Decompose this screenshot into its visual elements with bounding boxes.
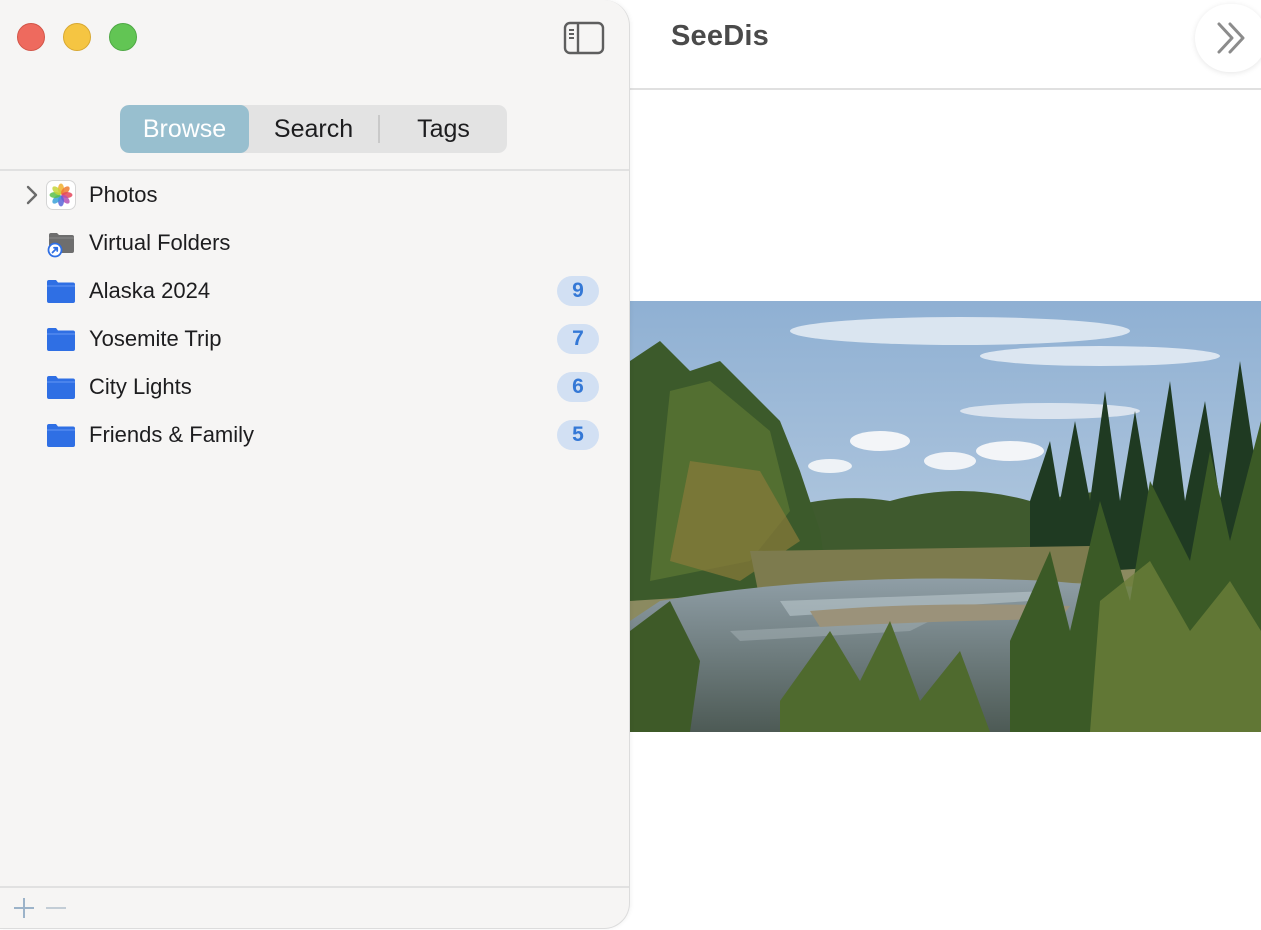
main-content: SeeDis: [630, 0, 1261, 930]
sidebar-item-friends-family[interactable]: Friends & Family 5: [0, 411, 629, 459]
window-zoom-button[interactable]: [109, 23, 137, 51]
alias-folder-icon: [46, 228, 76, 258]
landscape-photo: [630, 301, 1261, 732]
segment-search[interactable]: Search: [249, 105, 378, 153]
chevron-right-icon[interactable]: [24, 184, 40, 206]
segment-tags[interactable]: Tags: [380, 105, 507, 153]
remove-folder-button[interactable]: [45, 896, 67, 920]
item-count-badge: 9: [557, 276, 599, 306]
item-count-badge: 5: [557, 420, 599, 450]
sidebar-item-label: Photos: [89, 182, 158, 207]
segment-browse[interactable]: Browse: [120, 105, 249, 153]
view-mode-segmented-control: Browse Search Tags: [120, 105, 507, 153]
minus-icon: [46, 907, 66, 909]
item-count-badge: 7: [557, 324, 599, 354]
sidebar-item-label: Friends & Family: [89, 422, 255, 447]
app-title: SeeDis: [671, 20, 769, 52]
double-chevron-right-icon: [1217, 22, 1245, 54]
sidebar-item-label: Alaska 2024: [89, 278, 211, 303]
folder-icon: [46, 420, 76, 450]
window-close-button[interactable]: [17, 23, 45, 51]
sidebar-icon: [563, 21, 605, 55]
footer-divider: [0, 886, 629, 888]
sidebar-item-photos[interactable]: Photos: [0, 171, 629, 219]
plus-icon: [14, 898, 34, 918]
photo-preview[interactable]: [630, 301, 1261, 732]
folder-icon: [46, 324, 76, 354]
folder-icon: [46, 276, 76, 306]
sidebar-item-virtual-folders[interactable]: Virtual Folders: [0, 219, 629, 267]
sidebar-item-label: City Lights: [89, 374, 192, 399]
forward-button[interactable]: [1195, 4, 1261, 72]
sidebar-item-label: Virtual Folders: [89, 230, 231, 255]
main-toolbar: SeeDis: [630, 0, 1261, 90]
item-count-badge: 6: [557, 372, 599, 402]
sidebar-item-label: Yosemite Trip: [89, 326, 222, 351]
folder-icon: [46, 372, 76, 402]
photos-app-icon: [46, 180, 76, 210]
window-minimize-button[interactable]: [63, 23, 91, 51]
add-folder-button[interactable]: [12, 896, 36, 920]
sidebar: Browse Search Tags Photos Virtual Folder…: [0, 0, 630, 929]
sidebar-item-yosemite-trip[interactable]: Yosemite Trip 7: [0, 315, 629, 363]
sidebar-toggle-button[interactable]: [563, 21, 605, 55]
sidebar-item-city-lights[interactable]: City Lights 6: [0, 363, 629, 411]
sidebar-item-alaska-2024[interactable]: Alaska 2024 9: [0, 267, 629, 315]
